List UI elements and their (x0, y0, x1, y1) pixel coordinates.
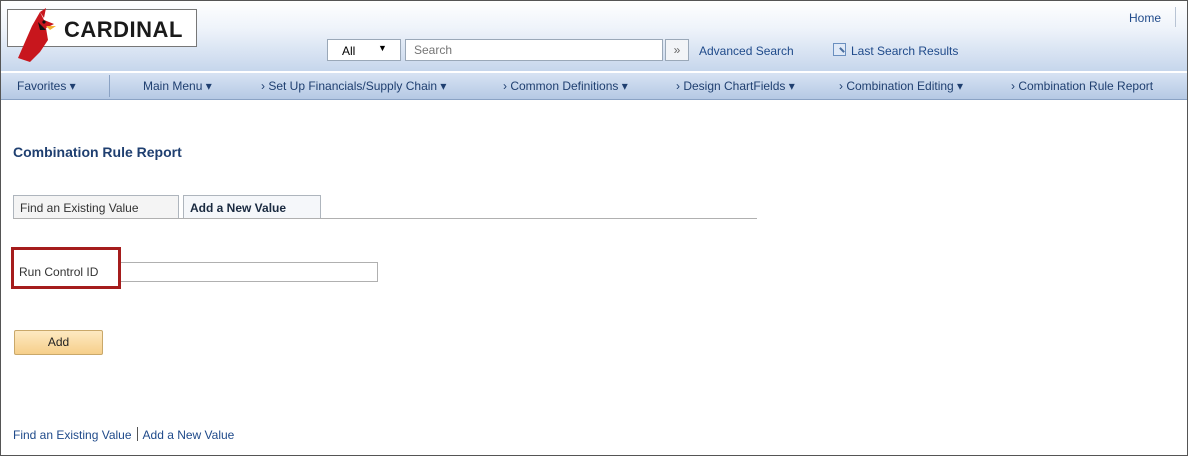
home-link[interactable]: Home (1129, 11, 1161, 25)
search-scope-value: All (342, 44, 356, 58)
breadcrumb-design-chartfields[interactable]: › Design ChartFields ▾ (676, 79, 795, 93)
breadcrumb-combination-rule-report[interactable]: › Combination Rule Report (1011, 79, 1153, 93)
cardinal-bird-icon (18, 8, 56, 62)
header-divider (1175, 7, 1176, 27)
page-title: Combination Rule Report (13, 144, 182, 160)
breadcrumb-common-definitions[interactable]: › Common Definitions ▾ (503, 79, 628, 93)
highlight-box (11, 247, 121, 289)
tabs-baseline (13, 218, 757, 219)
cardinal-logo: CARDINAL (7, 8, 197, 62)
magnifier-icon[interactable] (833, 43, 846, 56)
footer-add-new-value-link[interactable]: Add a New Value (143, 428, 235, 442)
add-button[interactable]: Add (14, 330, 103, 355)
search-input[interactable] (405, 39, 663, 61)
app-frame: CARDINAL Home All ▼ » Advanced Search La… (0, 0, 1188, 456)
search-scope-select[interactable]: All ▼ (327, 39, 401, 61)
advanced-search-link[interactable]: Advanced Search (699, 44, 794, 58)
header: CARDINAL Home All ▼ » Advanced Search La… (1, 1, 1187, 71)
breadcrumb-setup-financials[interactable]: › Set Up Financials/Supply Chain ▾ (261, 79, 446, 93)
last-search-results-link[interactable]: Last Search Results (851, 44, 958, 58)
logo-text: CARDINAL (64, 17, 183, 42)
tab-find-existing-value[interactable]: Find an Existing Value (13, 195, 179, 218)
chevron-down-icon: ▼ (378, 43, 387, 53)
footer-links: Find an Existing Value Add a New Value (13, 427, 234, 442)
footer-find-existing-value-link[interactable]: Find an Existing Value (13, 428, 132, 442)
tab-add-new-value[interactable]: Add a New Value (183, 195, 321, 219)
search-go-button[interactable]: » (665, 39, 689, 61)
footer-separator (136, 427, 138, 441)
nav-bar: Favorites ▾ Main Menu ▾ › Set Up Financi… (1, 73, 1187, 100)
run-control-id-input[interactable] (119, 262, 378, 282)
favorites-menu[interactable]: Favorites ▾ (17, 79, 76, 93)
breadcrumb-combination-editing[interactable]: › Combination Editing ▾ (839, 79, 963, 93)
main-menu[interactable]: Main Menu ▾ (143, 79, 212, 93)
nav-divider (109, 75, 110, 97)
